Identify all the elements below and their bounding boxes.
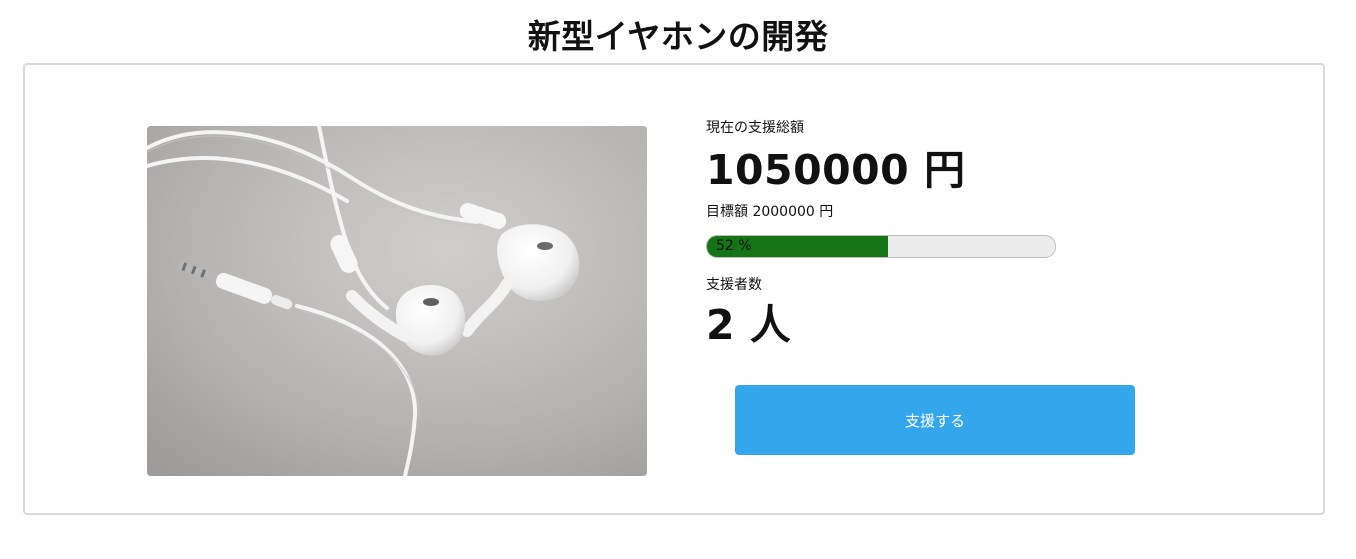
- support-button[interactable]: 支援する: [735, 385, 1135, 455]
- progress-bar: 52 %: [706, 235, 1056, 258]
- current-amount-label: 現在の支援総額: [706, 120, 804, 136]
- project-card: 現在の支援総額 1050000 円 目標額 2000000 円 52 % 支援者…: [23, 63, 1325, 515]
- supporters-label: 支援者数: [706, 277, 762, 293]
- product-image: [147, 126, 647, 476]
- page-title: 新型イヤホンの開発: [527, 17, 829, 56]
- earphones-photo-icon: [147, 126, 647, 476]
- supporters-count: 2 人: [706, 301, 792, 349]
- progress-percent-text: 52 %: [716, 238, 752, 254]
- current-amount-value: 1050000 円: [706, 146, 966, 194]
- goal-amount-label: 目標額 2000000 円: [706, 204, 834, 220]
